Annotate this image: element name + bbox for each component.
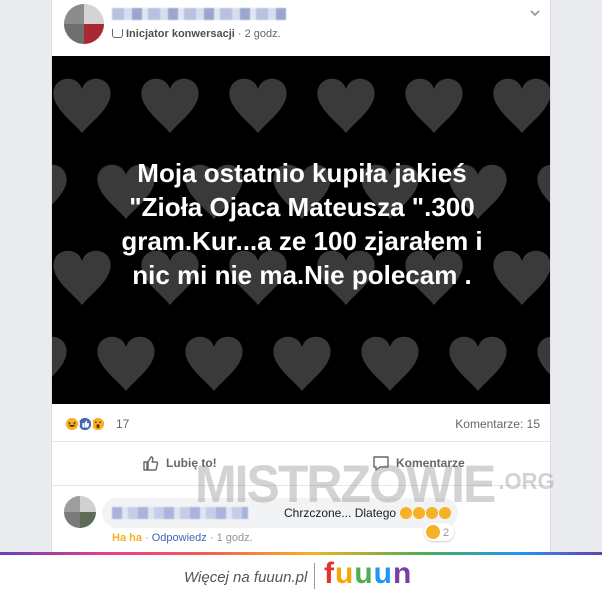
comments-count-link[interactable]: Komentarze: 15 (455, 417, 540, 431)
heart-shape (141, 78, 199, 133)
footer-divider (314, 563, 315, 589)
comment-reaction-badge[interactable]: 2 (424, 523, 455, 541)
heart-shape (52, 336, 67, 391)
image-caption-text: Moja ostatnio kupiła jakieś "Zioła Ojaca… (121, 158, 483, 290)
post-time[interactable]: 2 godz. (245, 28, 281, 40)
reaction-count[interactable]: 17 (116, 417, 129, 431)
heart-shape (405, 78, 463, 133)
footer-bar: Więcej na fuuun.pl fuuun (0, 555, 602, 597)
heart-shape (185, 336, 243, 391)
post-image[interactable]: Moja ostatnio kupiła jakieś "Zioła Ojaca… (52, 56, 550, 404)
haha-icon (64, 416, 80, 432)
author-name-blurred[interactable] (112, 8, 286, 20)
heart-shape (273, 336, 331, 391)
comment-time[interactable]: 1 godz. (217, 532, 253, 544)
haha-icon (426, 525, 440, 539)
heart-shape (52, 164, 67, 219)
coffee-cup-icon (112, 29, 123, 38)
logo-letter: f (324, 557, 335, 590)
comment-haha-link[interactable]: Ha ha (112, 532, 142, 544)
logo-letter: u (335, 557, 355, 590)
heart-shape (97, 336, 155, 391)
logo-letter: u (373, 557, 393, 590)
comment-reply-link[interactable]: Odpowiedz (152, 532, 207, 544)
heart-shape (317, 78, 375, 133)
logo-letter: u (354, 557, 374, 590)
comment-actions: Ha ha · Odpowiedz · 1 godz. (112, 532, 253, 544)
commenter-avatar[interactable] (64, 496, 96, 528)
heart-shape (361, 336, 419, 391)
chevron-down-icon[interactable] (528, 6, 542, 20)
thumbs-up-icon (143, 456, 159, 471)
fuuun-logo[interactable]: fuuun (324, 557, 412, 591)
footer-more-text[interactable]: Więcej na fuuun.pl (184, 569, 307, 586)
heart-shape (493, 78, 550, 133)
author-avatar[interactable] (64, 4, 104, 44)
heart-shape (537, 164, 550, 219)
heart-shape (53, 78, 111, 133)
post-header: Inicjator konwersacji · 2 godz. (52, 0, 550, 56)
heart-shape (229, 78, 287, 133)
post-meta: Inicjator konwersacji · 2 godz. (112, 28, 281, 40)
logo-letter: n (392, 557, 413, 590)
heart-shape (537, 336, 550, 391)
screenshot-frame: Inicjator konwersacji · 2 godz. Moja ost… (0, 0, 602, 597)
heart-shape (449, 336, 507, 391)
reaction-summary: 17 Komentarze: 15 (52, 404, 550, 442)
conversation-starter-badge: Inicjator konwersacji (126, 28, 235, 40)
mistrzowie-watermark: MISTRZOWIE .ORG (195, 454, 555, 514)
